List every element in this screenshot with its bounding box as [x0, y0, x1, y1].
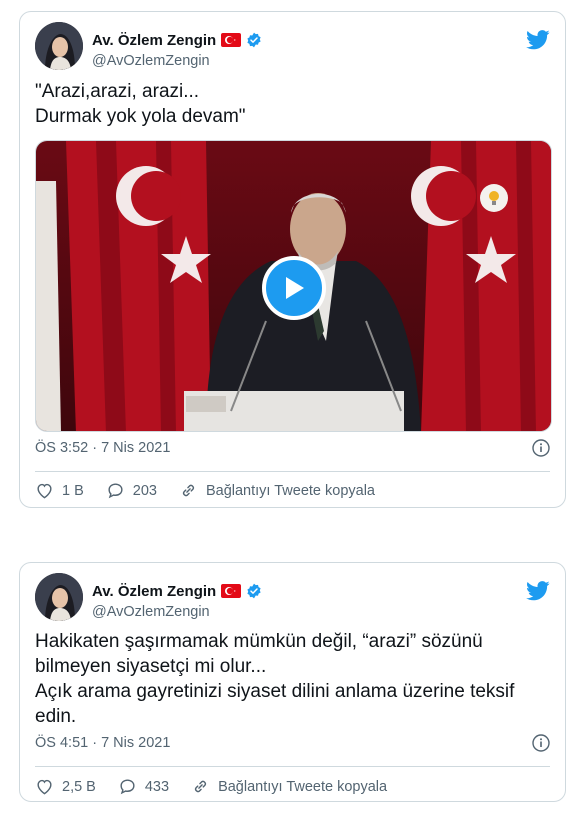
- author-handle[interactable]: @AvOzlemZengin: [92, 604, 262, 620]
- tweet-meta: ÖS 4:51 · 7 Nis 2021: [35, 734, 550, 752]
- copy-link-label: Bağlantıyı Tweete kopyala: [205, 482, 375, 499]
- avatar[interactable]: [35, 573, 83, 621]
- copy-link-button[interactable]: Bağlantıyı Tweete kopyala: [191, 777, 387, 796]
- tweet-text: "Arazi,arazi, arazi... Durmak yok yola d…: [35, 81, 246, 127]
- video-player[interactable]: [35, 140, 552, 432]
- reply-button[interactable]: 433: [118, 777, 169, 796]
- reply-count: 433: [144, 778, 170, 795]
- link-icon: [195, 780, 207, 793]
- reply-count: 203: [132, 482, 157, 499]
- verified-badge-icon: [246, 32, 262, 48]
- like-count: 1 B: [62, 482, 84, 499]
- tweet-card[interactable]: Av. Özlem Zengin @AvOzlemZengin Hakikate…: [19, 562, 566, 802]
- info-icon[interactable]: [532, 734, 550, 752]
- copy-link-button[interactable]: Bağlantıyı Tweete kopyala: [179, 481, 375, 500]
- timestamp[interactable]: ÖS 3:52 · 7 Nis 2021: [35, 440, 170, 456]
- author-name[interactable]: Av. Özlem Zengin: [92, 583, 216, 600]
- copy-link-label: Bağlantıyı Tweete kopyala: [218, 778, 388, 795]
- turkey-flag-icon: [221, 33, 242, 47]
- timestamp[interactable]: ÖS 4:51 · 7 Nis 2021: [35, 735, 170, 751]
- reply-icon: [108, 483, 123, 499]
- tweet-header: Av. Özlem Zengin @AvOzlemZengin: [35, 573, 550, 623]
- reply-button[interactable]: 203: [106, 481, 157, 500]
- tweet-actions: 1 B 203 Bağlantıyı Tweete kopyala: [35, 481, 550, 500]
- tweet-header: Av. Özlem Zengin @AvOzlemZengin: [35, 22, 550, 72]
- tweet-actions: 2,5 B 433 Bağlantıyı Tweete kopyala: [35, 777, 550, 796]
- heart-icon: [37, 483, 52, 499]
- play-icon: [286, 277, 304, 299]
- reply-icon: [120, 779, 135, 795]
- play-button[interactable]: [262, 256, 326, 320]
- author-handle[interactable]: @AvOzlemZengin: [92, 53, 262, 69]
- author-name[interactable]: Av. Özlem Zengin: [92, 32, 216, 49]
- verified-badge-icon: [246, 583, 262, 599]
- tweet-text: Hakikaten şaşırmamak mümkün değil, “araz…: [35, 631, 515, 727]
- twitter-bird-icon[interactable]: [526, 581, 550, 601]
- divider: [35, 471, 550, 472]
- divider: [35, 766, 550, 767]
- twitter-bird-icon[interactable]: [526, 30, 550, 50]
- tweet-meta: ÖS 3:52 · 7 Nis 2021: [35, 439, 550, 457]
- heart-icon: [37, 779, 52, 795]
- avatar[interactable]: [35, 22, 83, 70]
- like-button[interactable]: 1 B: [35, 481, 84, 500]
- like-count: 2,5 B: [62, 778, 96, 795]
- link-icon: [182, 484, 194, 497]
- turkey-flag-icon: [221, 584, 242, 598]
- tweet-card[interactable]: Av. Özlem Zengin @AvOzlemZengin "Arazi,a…: [19, 11, 566, 508]
- like-button[interactable]: 2,5 B: [35, 777, 96, 796]
- info-icon[interactable]: [532, 439, 550, 457]
